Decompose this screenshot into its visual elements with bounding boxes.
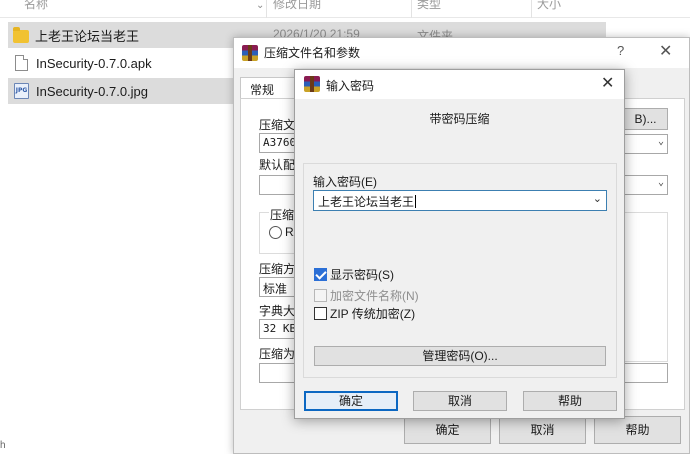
document-icon <box>15 55 28 71</box>
manage-passwords-button[interactable]: 管理密码(O)... <box>314 346 606 366</box>
encrypt-filenames-checkbox <box>314 288 327 302</box>
folder-icon <box>13 26 29 43</box>
password-value: 上老王论坛当老王 <box>318 195 415 209</box>
dialog-titlebar: 输入密码 ✕ <box>295 70 624 99</box>
update-mode-select[interactable]: ⌄ <box>623 134 668 154</box>
show-password-checkbox[interactable] <box>314 267 327 281</box>
column-size[interactable]: 大小 <box>537 0 561 16</box>
winrar-icon <box>304 76 320 92</box>
dialog-heading: 带密码压缩 <box>429 112 490 126</box>
encrypt-filenames-label: 加密文件名称(N) <box>330 288 419 303</box>
column-date[interactable]: 修改日期 <box>273 0 321 16</box>
close-icon[interactable]: ✕ <box>601 73 614 93</box>
set-password-field[interactable] <box>623 363 668 383</box>
file-name: InSecurity-0.7.0.jpg <box>36 83 149 99</box>
split-volumes-label: 压缩为 <box>259 347 296 361</box>
dialog-title: 压缩文件名和参数 <box>264 46 361 60</box>
dictionary-size-select[interactable]: 32 KB <box>259 319 299 339</box>
help-button[interactable]: 帮助 <box>594 416 681 444</box>
dialog-title: 输入密码 <box>326 79 375 93</box>
profile-dropdown[interactable]: ⌄ <box>623 175 668 195</box>
password-dialog: 输入密码 ✕ 带密码压缩 输入密码(E) 上老王论坛当老王 ⌄ 显示密码(S) … <box>294 69 625 419</box>
zip-legacy-label: ZIP 传统加密(Z) <box>330 306 416 321</box>
file-name: 上老王论坛当老王 <box>35 28 140 44</box>
cancel-button[interactable]: 取消 <box>499 416 586 444</box>
column-type[interactable]: 类型 <box>417 0 441 16</box>
password-label: 输入密码(E) <box>313 175 377 189</box>
format-rar-radio[interactable] <box>269 226 282 239</box>
split-volumes-input[interactable] <box>259 363 299 383</box>
zip-legacy-option[interactable]: ZIP 传统加密(Z) <box>314 305 415 321</box>
zip-legacy-checkbox[interactable] <box>314 306 327 320</box>
chevron-down-icon: ⌄ <box>657 177 664 188</box>
jpg-image-icon: JPG <box>14 83 29 99</box>
help-button[interactable]: 帮助 <box>523 391 617 411</box>
show-password-option[interactable]: 显示密码(S) <box>314 266 394 282</box>
ok-button[interactable]: 确定 <box>304 391 398 411</box>
help-icon[interactable]: ? <box>617 43 624 58</box>
profile-select[interactable] <box>259 175 299 195</box>
chevron-down-icon[interactable]: ⌄ <box>593 192 602 205</box>
winrar-icon <box>242 45 258 61</box>
cancel-button[interactable]: 取消 <box>413 391 507 411</box>
close-icon[interactable]: ✕ <box>659 41 672 61</box>
default-profile-label: 默认配 <box>259 158 296 172</box>
dialog-titlebar: 压缩文件名和参数 ? ✕ <box>234 38 689 68</box>
column-header-bar: 名称 ⌄ 修改日期 类型 大小 <box>0 0 690 18</box>
text-caret <box>415 195 417 208</box>
ok-button[interactable]: 确定 <box>404 416 491 444</box>
options-groupbox <box>623 212 668 362</box>
browse-button[interactable]: B)... <box>623 108 668 130</box>
encrypt-filenames-option: 加密文件名称(N) <box>314 287 419 303</box>
dictionary-size-label: 字典大 <box>259 304 296 318</box>
chevron-down-icon[interactable]: ⌄ <box>256 0 264 11</box>
archive-name-label: 压缩文 <box>259 118 296 132</box>
column-name[interactable]: 名称 <box>24 0 48 16</box>
method-select[interactable]: 标准 <box>259 277 299 297</box>
chevron-down-icon: ⌄ <box>657 136 664 147</box>
truncated-text: h <box>0 440 6 451</box>
show-password-label: 显示密码(S) <box>330 267 394 282</box>
password-input[interactable]: 上老王论坛当老王 ⌄ <box>313 190 607 211</box>
method-label: 压缩方 <box>259 262 296 276</box>
tab-general[interactable]: 常规 <box>240 77 295 99</box>
file-name: InSecurity-0.7.0.apk <box>36 55 152 71</box>
